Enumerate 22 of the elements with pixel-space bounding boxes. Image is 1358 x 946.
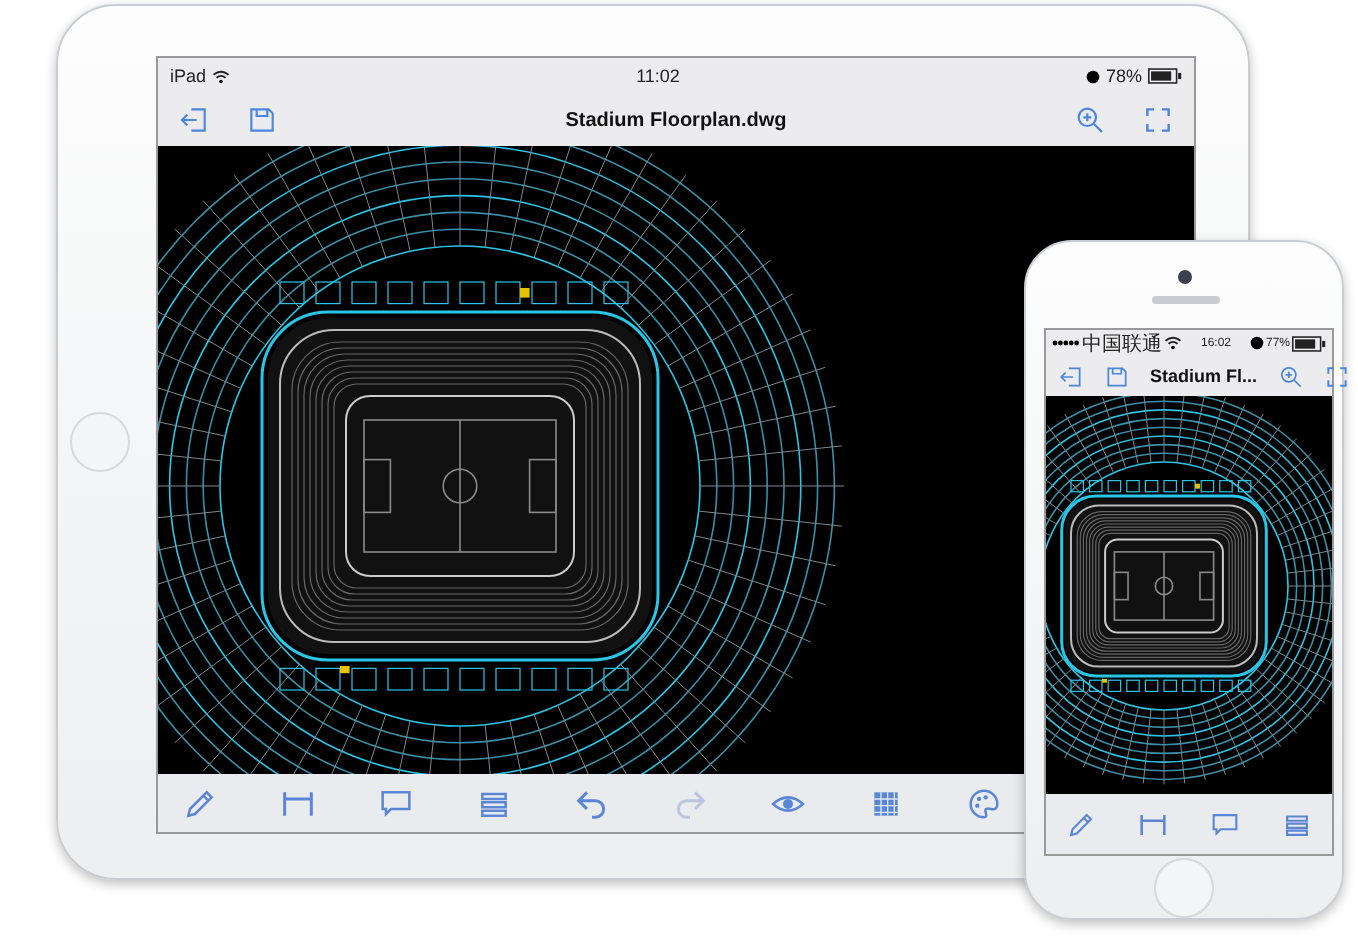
document-title: Stadium Floorplan.dwg xyxy=(563,109,789,131)
fullscreen-icon[interactable] xyxy=(1142,104,1174,136)
save-icon[interactable] xyxy=(1104,363,1130,389)
fullscreen-icon[interactable] xyxy=(1323,363,1350,389)
carrier-label: iPad xyxy=(170,66,207,86)
exit-icon[interactable] xyxy=(178,104,210,136)
wifi-icon xyxy=(1164,336,1182,350)
wifi-icon xyxy=(212,69,231,83)
battery-icon xyxy=(1292,335,1326,351)
document-title: Stadium Fl... xyxy=(1150,366,1258,386)
save-icon[interactable] xyxy=(246,104,278,136)
exit-icon[interactable] xyxy=(1058,363,1084,389)
carrier-label: 中国联通 xyxy=(1082,331,1162,357)
clock-time: 11:02 xyxy=(636,66,680,86)
signal-dots-icon xyxy=(1052,340,1080,346)
palette-icon[interactable] xyxy=(964,783,1004,823)
zoom-icon[interactable] xyxy=(1074,104,1106,136)
battery-icon xyxy=(1147,68,1182,84)
speaker-grille xyxy=(1152,296,1220,304)
battery-percent: 78% xyxy=(1105,66,1142,86)
camera-lens xyxy=(1178,270,1192,284)
zoom-icon[interactable] xyxy=(1277,363,1304,389)
